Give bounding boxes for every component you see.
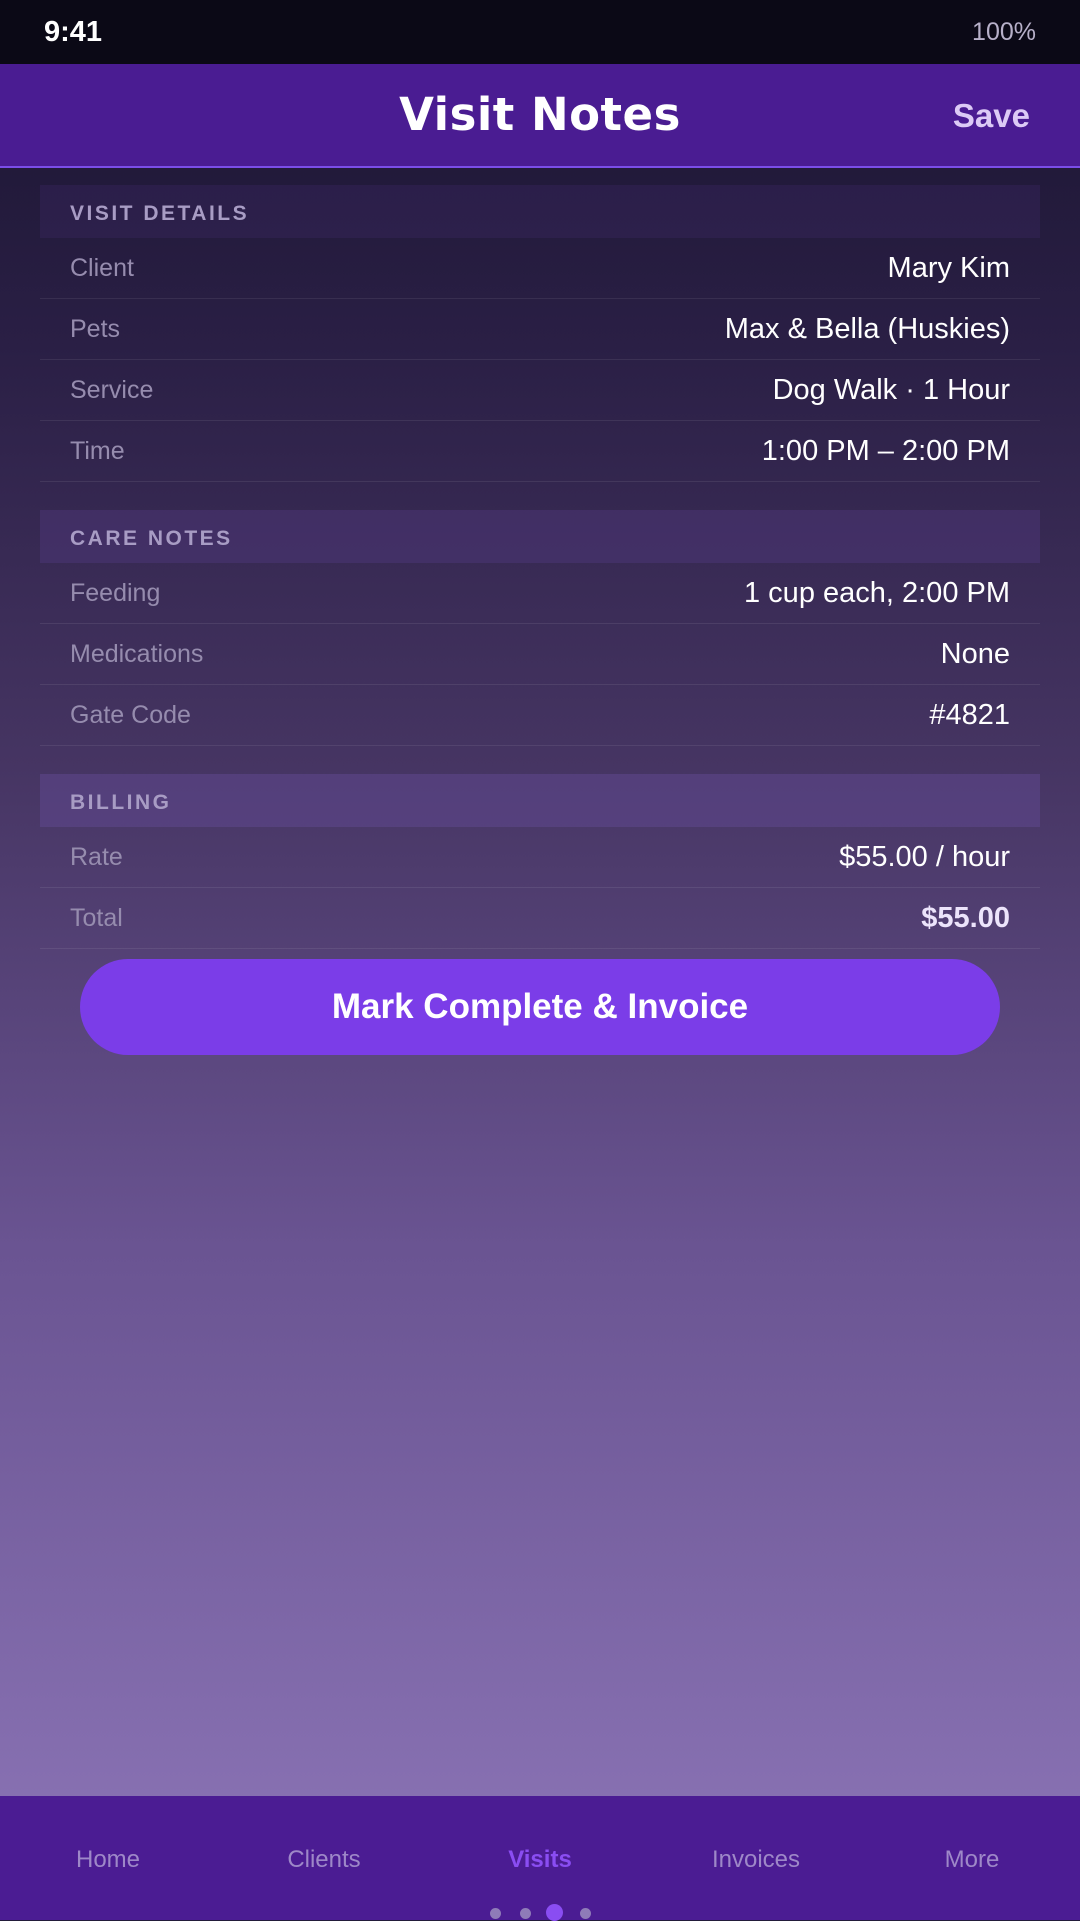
row-pets: Pets Max & Bella (Huskies) <box>40 299 1040 360</box>
mark-complete-invoice-button[interactable]: Mark Complete & Invoice <box>80 959 1000 1055</box>
row-feeding: Feeding 1 cup each, 2:00 PM <box>40 563 1040 624</box>
page-indicator <box>0 1904 1080 1921</box>
row-value: 1 cup each, 2:00 PM <box>744 576 1010 609</box>
row-label: Total <box>70 903 123 932</box>
page-title: Visit Notes <box>399 88 681 141</box>
row-value: Dog Walk · 1 Hour <box>772 373 1010 406</box>
row-medications: Medications None <box>40 624 1040 685</box>
row-label: Time <box>70 436 125 465</box>
section-header: BILLING <box>40 774 1040 827</box>
row-value: None <box>940 637 1010 670</box>
row-value: Mary Kim <box>887 251 1010 284</box>
tab-invoices[interactable]: Invoices <box>648 1796 864 1906</box>
row-label: Medications <box>70 639 204 668</box>
section-header: VISIT DETAILS <box>40 185 1040 238</box>
tab-visits[interactable]: Visits <box>432 1796 648 1906</box>
tab-bar: Home Clients Visits Invoices More <box>0 1796 1080 1920</box>
status-bar: 9:41 100% <box>0 0 1080 64</box>
row-value: $55.00 / hour <box>839 840 1010 873</box>
row-label: Client <box>70 253 134 282</box>
row-label: Pets <box>70 314 121 343</box>
tab-more[interactable]: More <box>864 1796 1080 1906</box>
page-dot <box>520 1908 531 1919</box>
section-visit-details: VISIT DETAILS Client Mary Kim Pets Max &… <box>40 185 1040 482</box>
row-gate-code: Gate Code #4821 <box>40 685 1040 746</box>
tab-home[interactable]: Home <box>0 1796 216 1906</box>
page-dot-active <box>546 1904 563 1921</box>
status-time: 9:41 <box>44 15 103 48</box>
row-label: Feeding <box>70 578 161 607</box>
section-billing: BILLING Rate $55.00 / hour Total $55.00 <box>40 774 1040 949</box>
row-label: Service <box>70 375 154 404</box>
page-dot <box>490 1908 501 1919</box>
row-label: Rate <box>70 842 123 871</box>
row-client: Client Mary Kim <box>40 238 1040 299</box>
row-value: #4821 <box>929 698 1010 731</box>
row-time: Time 1:00 PM – 2:00 PM <box>40 421 1040 482</box>
row-total: Total $55.00 <box>40 888 1040 949</box>
row-rate: Rate $55.00 / hour <box>40 827 1040 888</box>
row-label: Gate Code <box>70 700 191 729</box>
row-service: Service Dog Walk · 1 Hour <box>40 360 1040 421</box>
section-care-notes: CARE NOTES Feeding 1 cup each, 2:00 PM M… <box>40 510 1040 746</box>
visit-notes-form: VISIT DETAILS Client Mary Kim Pets Max &… <box>40 185 1040 977</box>
page-dot <box>580 1908 591 1919</box>
row-value: 1:00 PM – 2:00 PM <box>761 434 1010 467</box>
tab-clients[interactable]: Clients <box>216 1796 432 1906</box>
battery-level: 100% <box>972 17 1036 46</box>
navigation-bar: Visit Notes Save <box>0 64 1080 168</box>
save-button[interactable]: Save <box>953 64 1030 166</box>
total-amount: $55.00 <box>921 901 1010 934</box>
section-header: CARE NOTES <box>40 510 1040 563</box>
row-value: Max & Bella (Huskies) <box>724 312 1010 345</box>
